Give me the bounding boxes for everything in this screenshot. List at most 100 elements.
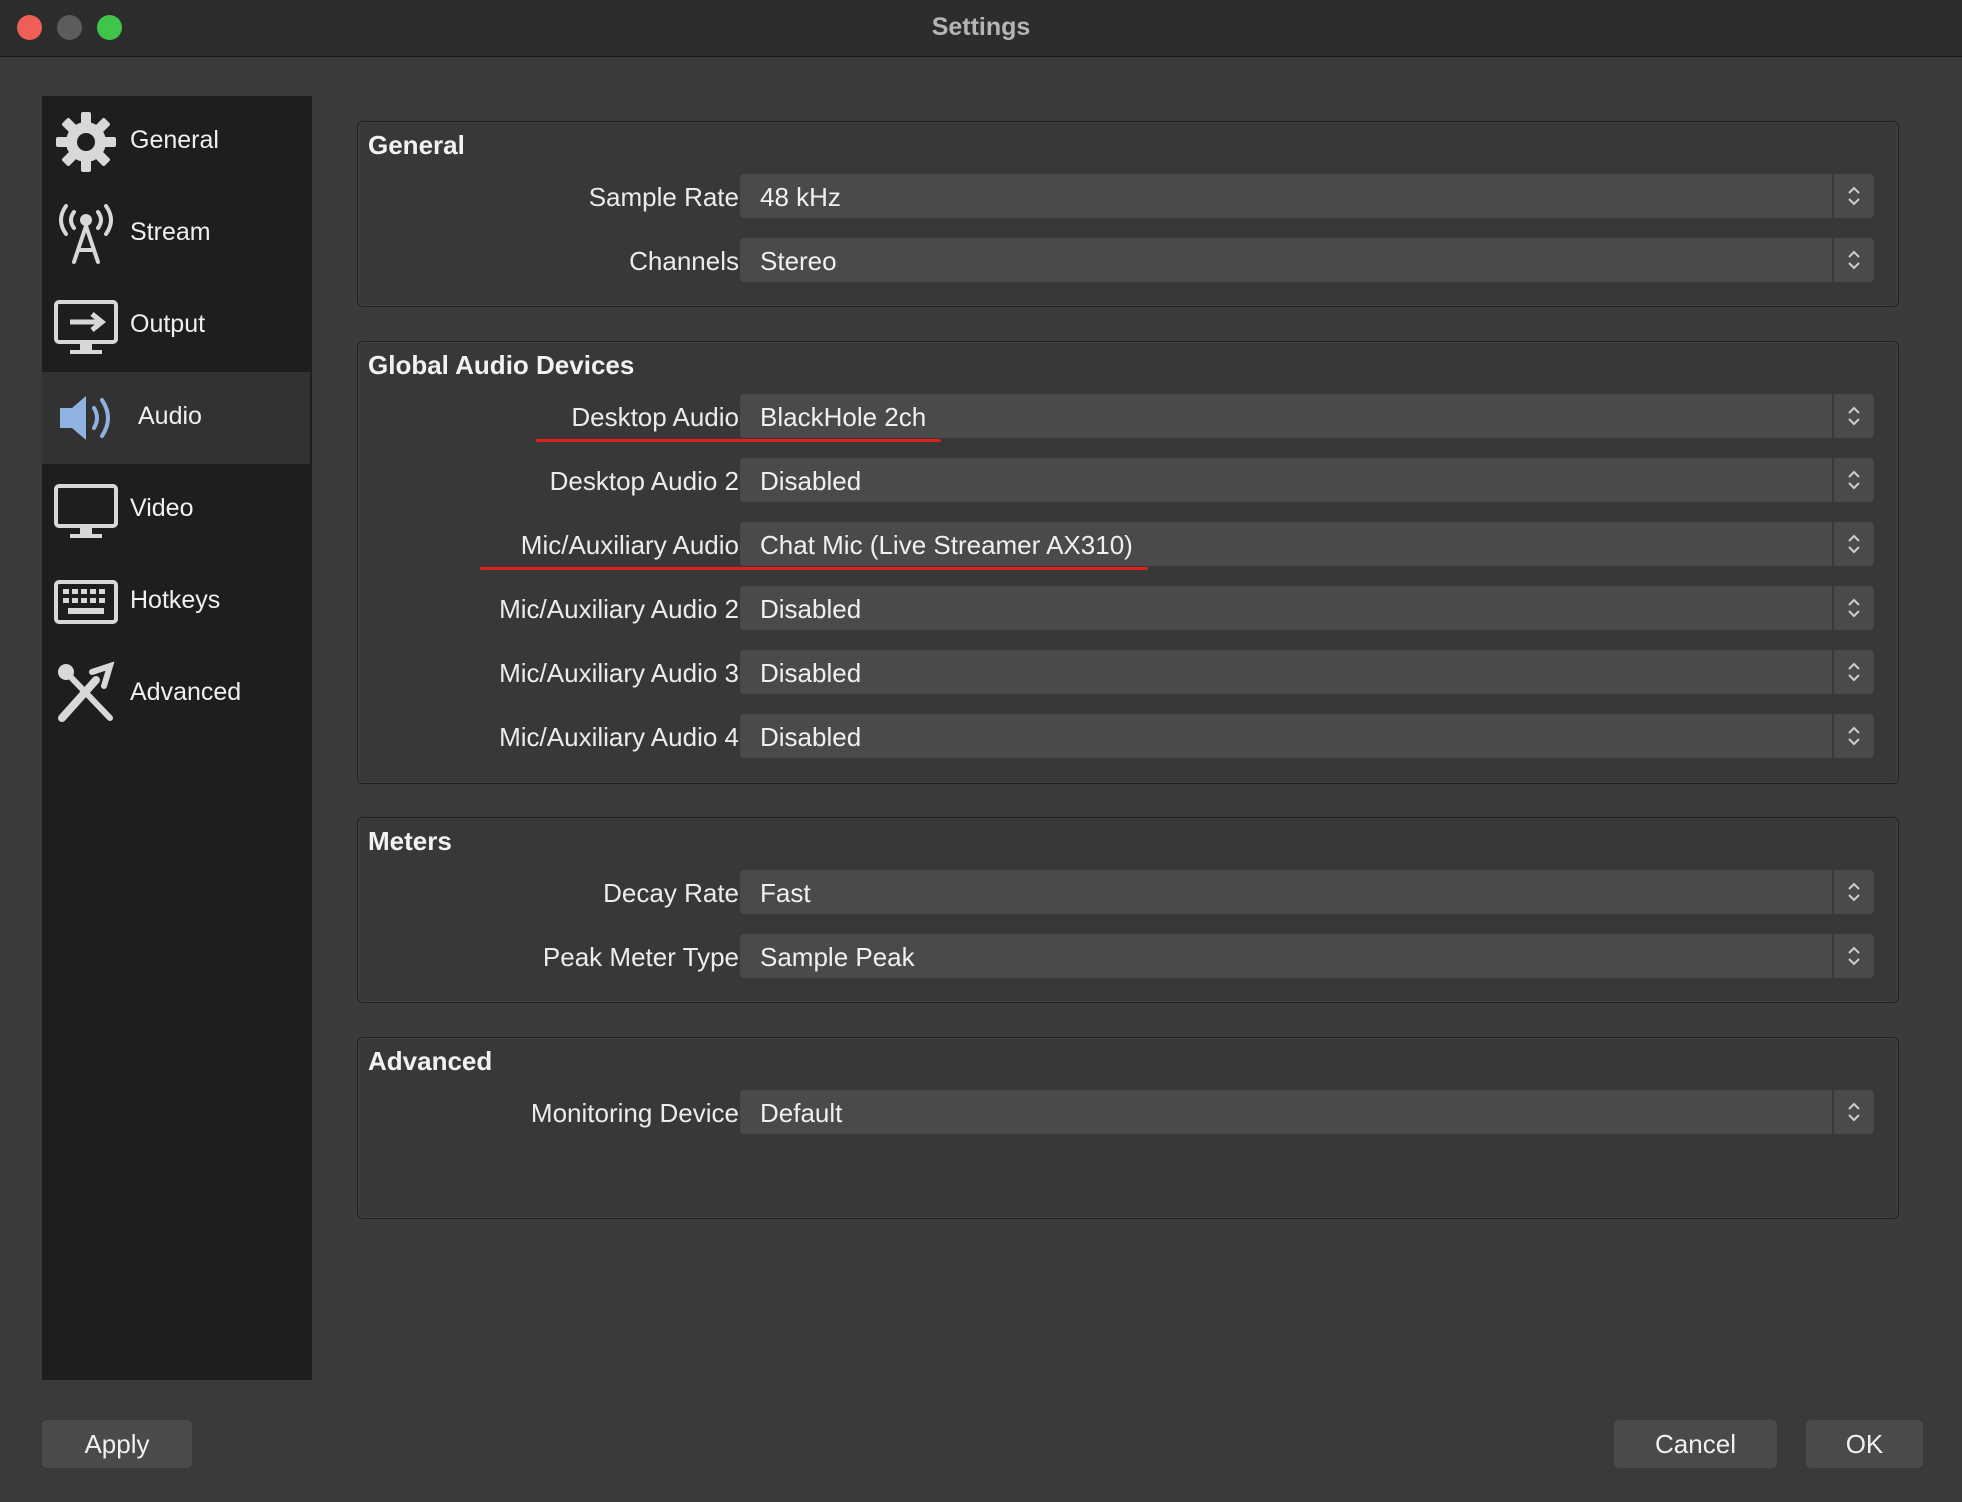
sidebar-item-video[interactable]: Video xyxy=(42,464,310,556)
monitoring-device-row: Monitoring Device Default xyxy=(358,1090,1898,1136)
monitoring-device-label: Monitoring Device xyxy=(530,1098,739,1128)
chevron-updown-icon xyxy=(1848,1102,1860,1122)
sidebar-item-label: General xyxy=(130,126,219,154)
mic-audio-2-select[interactable]: Disabled xyxy=(740,586,1874,630)
select-arrows[interactable] xyxy=(1832,934,1874,978)
monitor-output-icon xyxy=(54,300,118,354)
sidebar-item-label: Advanced xyxy=(130,678,242,706)
sidebar-item-label: Hotkeys xyxy=(130,586,221,614)
select-arrows[interactable] xyxy=(1832,458,1874,502)
channels-select[interactable]: Stereo xyxy=(740,238,1874,282)
decay-rate-select[interactable]: Fast xyxy=(740,870,1874,914)
select-arrows[interactable] xyxy=(1832,522,1874,566)
mic-audio-3-select[interactable]: Disabled xyxy=(740,650,1874,694)
chevron-updown-icon xyxy=(1848,726,1860,746)
peak-meter-type-row: Peak Meter Type Sample Peak xyxy=(358,934,1898,980)
select-value: Chat Mic (Live Streamer AX310) xyxy=(760,530,1133,560)
select-arrows[interactable] xyxy=(1832,714,1874,758)
desktop-audio-label: Desktop Audio xyxy=(571,402,739,432)
settings-sidebar: General Stream Output Audio Video Hotkey… xyxy=(42,96,312,1380)
speaker-icon xyxy=(60,396,110,440)
sidebar-item-audio[interactable]: Audio xyxy=(42,372,310,464)
monitoring-device-select[interactable]: Default xyxy=(740,1090,1874,1134)
select-arrows[interactable] xyxy=(1832,870,1874,914)
group-title: Meters xyxy=(368,826,452,856)
broadcast-tower-icon xyxy=(59,204,113,264)
sidebar-item-general[interactable]: General xyxy=(42,96,310,188)
peak-meter-type-label: Peak Meter Type xyxy=(542,942,739,972)
apply-button[interactable]: Apply xyxy=(42,1420,192,1468)
settings-window: Settings General Stream Output Audio Vid… xyxy=(0,0,1962,1502)
select-arrows[interactable] xyxy=(1832,174,1874,218)
mic-audio-4-label: Mic/Auxiliary Audio 4 xyxy=(499,722,739,752)
select-arrows[interactable] xyxy=(1832,586,1874,630)
group-title: Advanced xyxy=(368,1046,493,1076)
annotation-underline xyxy=(480,567,1148,570)
channels-label: Channels xyxy=(629,246,739,276)
sidebar-item-stream[interactable]: Stream xyxy=(42,188,310,280)
mic-audio-4-select[interactable]: Disabled xyxy=(740,714,1874,758)
select-value: Disabled xyxy=(760,722,862,752)
desktop-audio-select[interactable]: BlackHole 2ch xyxy=(740,394,1874,438)
chevron-updown-icon xyxy=(1848,186,1860,206)
gear-icon xyxy=(56,112,116,172)
chevron-updown-icon xyxy=(1848,598,1860,618)
select-arrows[interactable] xyxy=(1832,394,1874,438)
group-title: Global Audio Devices xyxy=(368,350,635,380)
mic-audio-4-row: Mic/Auxiliary Audio 4 Disabled xyxy=(358,714,1898,760)
mic-audio-label: Mic/Auxiliary Audio xyxy=(520,530,739,560)
chevron-updown-icon xyxy=(1848,250,1860,270)
chevron-updown-icon xyxy=(1848,946,1860,966)
mic-audio-3-row: Mic/Auxiliary Audio 3 Disabled xyxy=(358,650,1898,696)
sidebar-item-label: Audio xyxy=(138,402,202,430)
sidebar-item-label: Stream xyxy=(130,218,211,246)
general-group: General Sample Rate 48 kHz Channels Ster… xyxy=(357,121,1899,307)
title-bar: Settings xyxy=(0,0,1962,57)
sample-rate-label: Sample Rate xyxy=(588,182,739,212)
channels-row: Channels Stereo xyxy=(358,238,1898,284)
select-value: Stereo xyxy=(760,246,837,276)
keyboard-icon xyxy=(54,580,118,624)
chevron-updown-icon xyxy=(1848,882,1860,902)
tools-icon xyxy=(58,661,115,722)
chevron-updown-icon xyxy=(1848,406,1860,426)
chevron-updown-icon xyxy=(1848,470,1860,490)
sample-rate-select[interactable]: 48 kHz xyxy=(740,174,1874,218)
select-value: Sample Peak xyxy=(760,942,915,972)
chevron-updown-icon xyxy=(1848,534,1860,554)
peak-meter-type-select[interactable]: Sample Peak xyxy=(740,934,1874,978)
sidebar-item-output[interactable]: Output xyxy=(42,280,310,372)
meters-group: Meters Decay Rate Fast Peak Meter Type S… xyxy=(357,817,1899,1003)
select-value: Default xyxy=(760,1098,843,1128)
mic-audio-row: Mic/Auxiliary Audio Chat Mic (Live Strea… xyxy=(358,522,1898,568)
ok-button[interactable]: OK xyxy=(1806,1420,1923,1468)
desktop-audio-2-label: Desktop Audio 2 xyxy=(549,466,739,496)
decay-rate-label: Decay Rate xyxy=(603,878,739,908)
monitor-icon xyxy=(54,484,118,538)
mic-audio-select[interactable]: Chat Mic (Live Streamer AX310) xyxy=(740,522,1874,566)
cancel-button[interactable]: Cancel xyxy=(1614,1420,1777,1468)
desktop-audio-row: Desktop Audio BlackHole 2ch xyxy=(358,394,1898,440)
sidebar-item-label: Video xyxy=(130,494,194,522)
select-value: Disabled xyxy=(760,594,862,624)
select-value: Fast xyxy=(760,878,811,908)
window-title: Settings xyxy=(931,13,1031,41)
sidebar-item-label: Output xyxy=(130,310,206,338)
global-audio-devices-group: Global Audio Devices Desktop Audio Black… xyxy=(357,341,1899,784)
group-title: General xyxy=(368,130,465,160)
select-value: 48 kHz xyxy=(760,182,841,212)
decay-rate-row: Decay Rate Fast xyxy=(358,870,1898,916)
select-arrows[interactable] xyxy=(1832,1090,1874,1134)
select-value: Disabled xyxy=(760,658,862,688)
select-arrows[interactable] xyxy=(1832,238,1874,282)
select-value: BlackHole 2ch xyxy=(760,402,927,432)
sample-rate-row: Sample Rate 48 kHz xyxy=(358,174,1898,220)
select-arrows[interactable] xyxy=(1832,650,1874,694)
sidebar-item-advanced[interactable]: Advanced xyxy=(42,648,310,740)
mic-audio-3-label: Mic/Auxiliary Audio 3 xyxy=(499,658,739,688)
select-value: Disabled xyxy=(760,466,862,496)
desktop-audio-2-select[interactable]: Disabled xyxy=(740,458,1874,502)
desktop-audio-2-row: Desktop Audio 2 Disabled xyxy=(358,458,1898,504)
mic-audio-2-row: Mic/Auxiliary Audio 2 Disabled xyxy=(358,586,1898,632)
sidebar-item-hotkeys[interactable]: Hotkeys xyxy=(42,556,310,648)
